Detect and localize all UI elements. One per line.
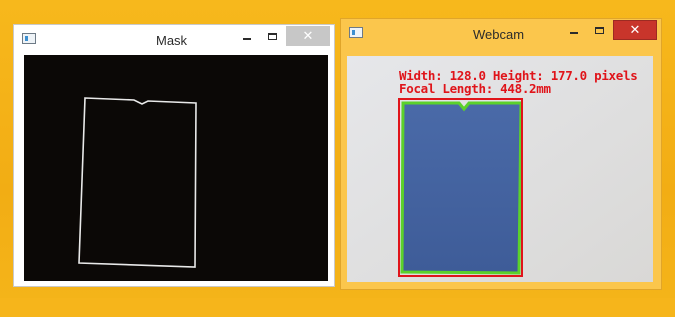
mask-contour — [78, 97, 197, 268]
blue-card-object — [402, 103, 521, 273]
mask-image — [24, 55, 328, 281]
app-window-icon[interactable] — [22, 33, 36, 44]
mask-minimize-button[interactable] — [236, 26, 258, 46]
focal-length-readout: Focal Length: 448.2mm — [399, 81, 551, 96]
webcam-titlebar[interactable]: Webcam ✕ — [341, 19, 661, 49]
webcam-window-title: Webcam — [473, 27, 525, 42]
mask-contour-drawing — [78, 97, 197, 268]
webcam-maximize-button[interactable] — [588, 20, 610, 40]
minimize-icon — [243, 37, 251, 40]
webcam-minimize-button[interactable] — [563, 20, 585, 40]
maximize-icon — [267, 32, 277, 40]
mask-maximize-button[interactable] — [261, 26, 283, 46]
mask-titlebar[interactable]: Mask ✕ — [14, 25, 334, 55]
mask-window-title: Mask — [156, 33, 188, 48]
app-window-icon[interactable] — [349, 27, 363, 38]
webcam-close-button[interactable]: ✕ — [613, 20, 657, 40]
close-icon: ✕ — [629, 22, 641, 37]
minimize-icon — [570, 31, 578, 34]
mask-window[interactable]: Mask ✕ — [13, 24, 335, 287]
webcam-image: Width: 128.0 Height: 177.0 pixels Focal … — [347, 56, 653, 282]
close-icon: ✕ — [302, 28, 314, 43]
webcam-window[interactable]: Webcam ✕ Width: 128.0 Height: 177.0 pixe… — [340, 18, 662, 290]
maximize-icon — [594, 26, 604, 34]
mask-close-button[interactable]: ✕ — [286, 26, 330, 46]
desktop-bottom-strip — [0, 298, 675, 317]
